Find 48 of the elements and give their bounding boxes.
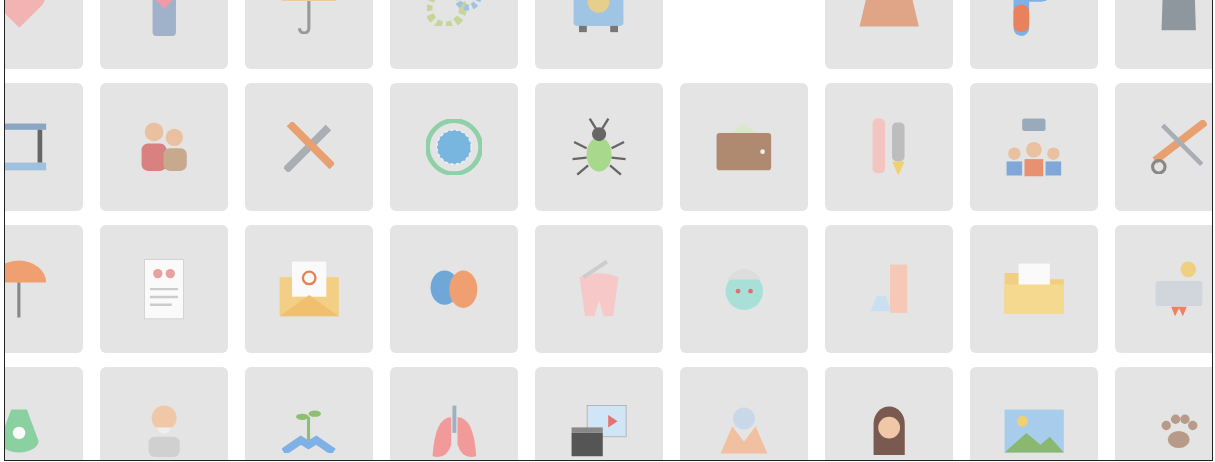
icon-tile[interactable]	[390, 83, 518, 211]
icon-tile[interactable]	[535, 367, 663, 460]
pot-icon	[1154, 260, 1204, 318]
wallet-icon	[715, 122, 773, 172]
icon-tile[interactable]	[245, 225, 373, 353]
icon-tile[interactable]	[390, 225, 518, 353]
icon-tile[interactable]	[1115, 83, 1212, 211]
paw-icon	[1159, 412, 1199, 450]
target-icon	[425, 118, 483, 176]
lungs-icon	[430, 403, 478, 459]
clapperboard-icon	[570, 404, 628, 458]
icon-tile[interactable]	[245, 83, 373, 211]
masks-icon	[429, 268, 479, 310]
money-bag-icon	[5, 408, 41, 454]
meeting-icon	[1005, 116, 1063, 178]
icon-tile[interactable]	[100, 225, 228, 353]
icon-tile[interactable]	[680, 367, 808, 460]
folder-icon	[1002, 262, 1066, 316]
icon-tile[interactable]	[970, 83, 1098, 211]
wrench-icon	[284, 122, 334, 172]
icon-tile[interactable]	[825, 225, 953, 353]
machine-icon	[5, 122, 48, 172]
icon-tile[interactable]	[970, 367, 1098, 460]
icon-tile[interactable]	[825, 83, 953, 211]
umbrella-icon	[5, 258, 48, 319]
plant-icon	[282, 408, 336, 454]
icon-tile[interactable]	[535, 83, 663, 211]
scissors-icon	[1150, 119, 1208, 175]
icon-tile[interactable]	[390, 367, 518, 460]
icon-tile[interactable]	[100, 83, 228, 211]
picture-icon	[1002, 408, 1066, 454]
person-icon	[146, 403, 182, 459]
people-icon	[139, 121, 189, 173]
bug-icon	[570, 117, 628, 177]
tooth-icon	[577, 260, 621, 318]
pen-icon	[871, 116, 907, 177]
envelope-icon	[277, 260, 341, 318]
icon-tile[interactable]	[245, 367, 373, 460]
icon-tile[interactable]	[825, 367, 953, 460]
face-mask-icon	[723, 266, 765, 312]
icon-tile[interactable]	[680, 225, 808, 353]
document-icon	[142, 257, 186, 321]
icon-tile[interactable]	[970, 225, 1098, 353]
person-icon	[871, 405, 907, 457]
icon-tile[interactable]	[535, 225, 663, 353]
icon-tile[interactable]	[680, 83, 808, 211]
icon-tile[interactable]	[100, 367, 228, 460]
icon-tile[interactable]	[1115, 225, 1212, 353]
